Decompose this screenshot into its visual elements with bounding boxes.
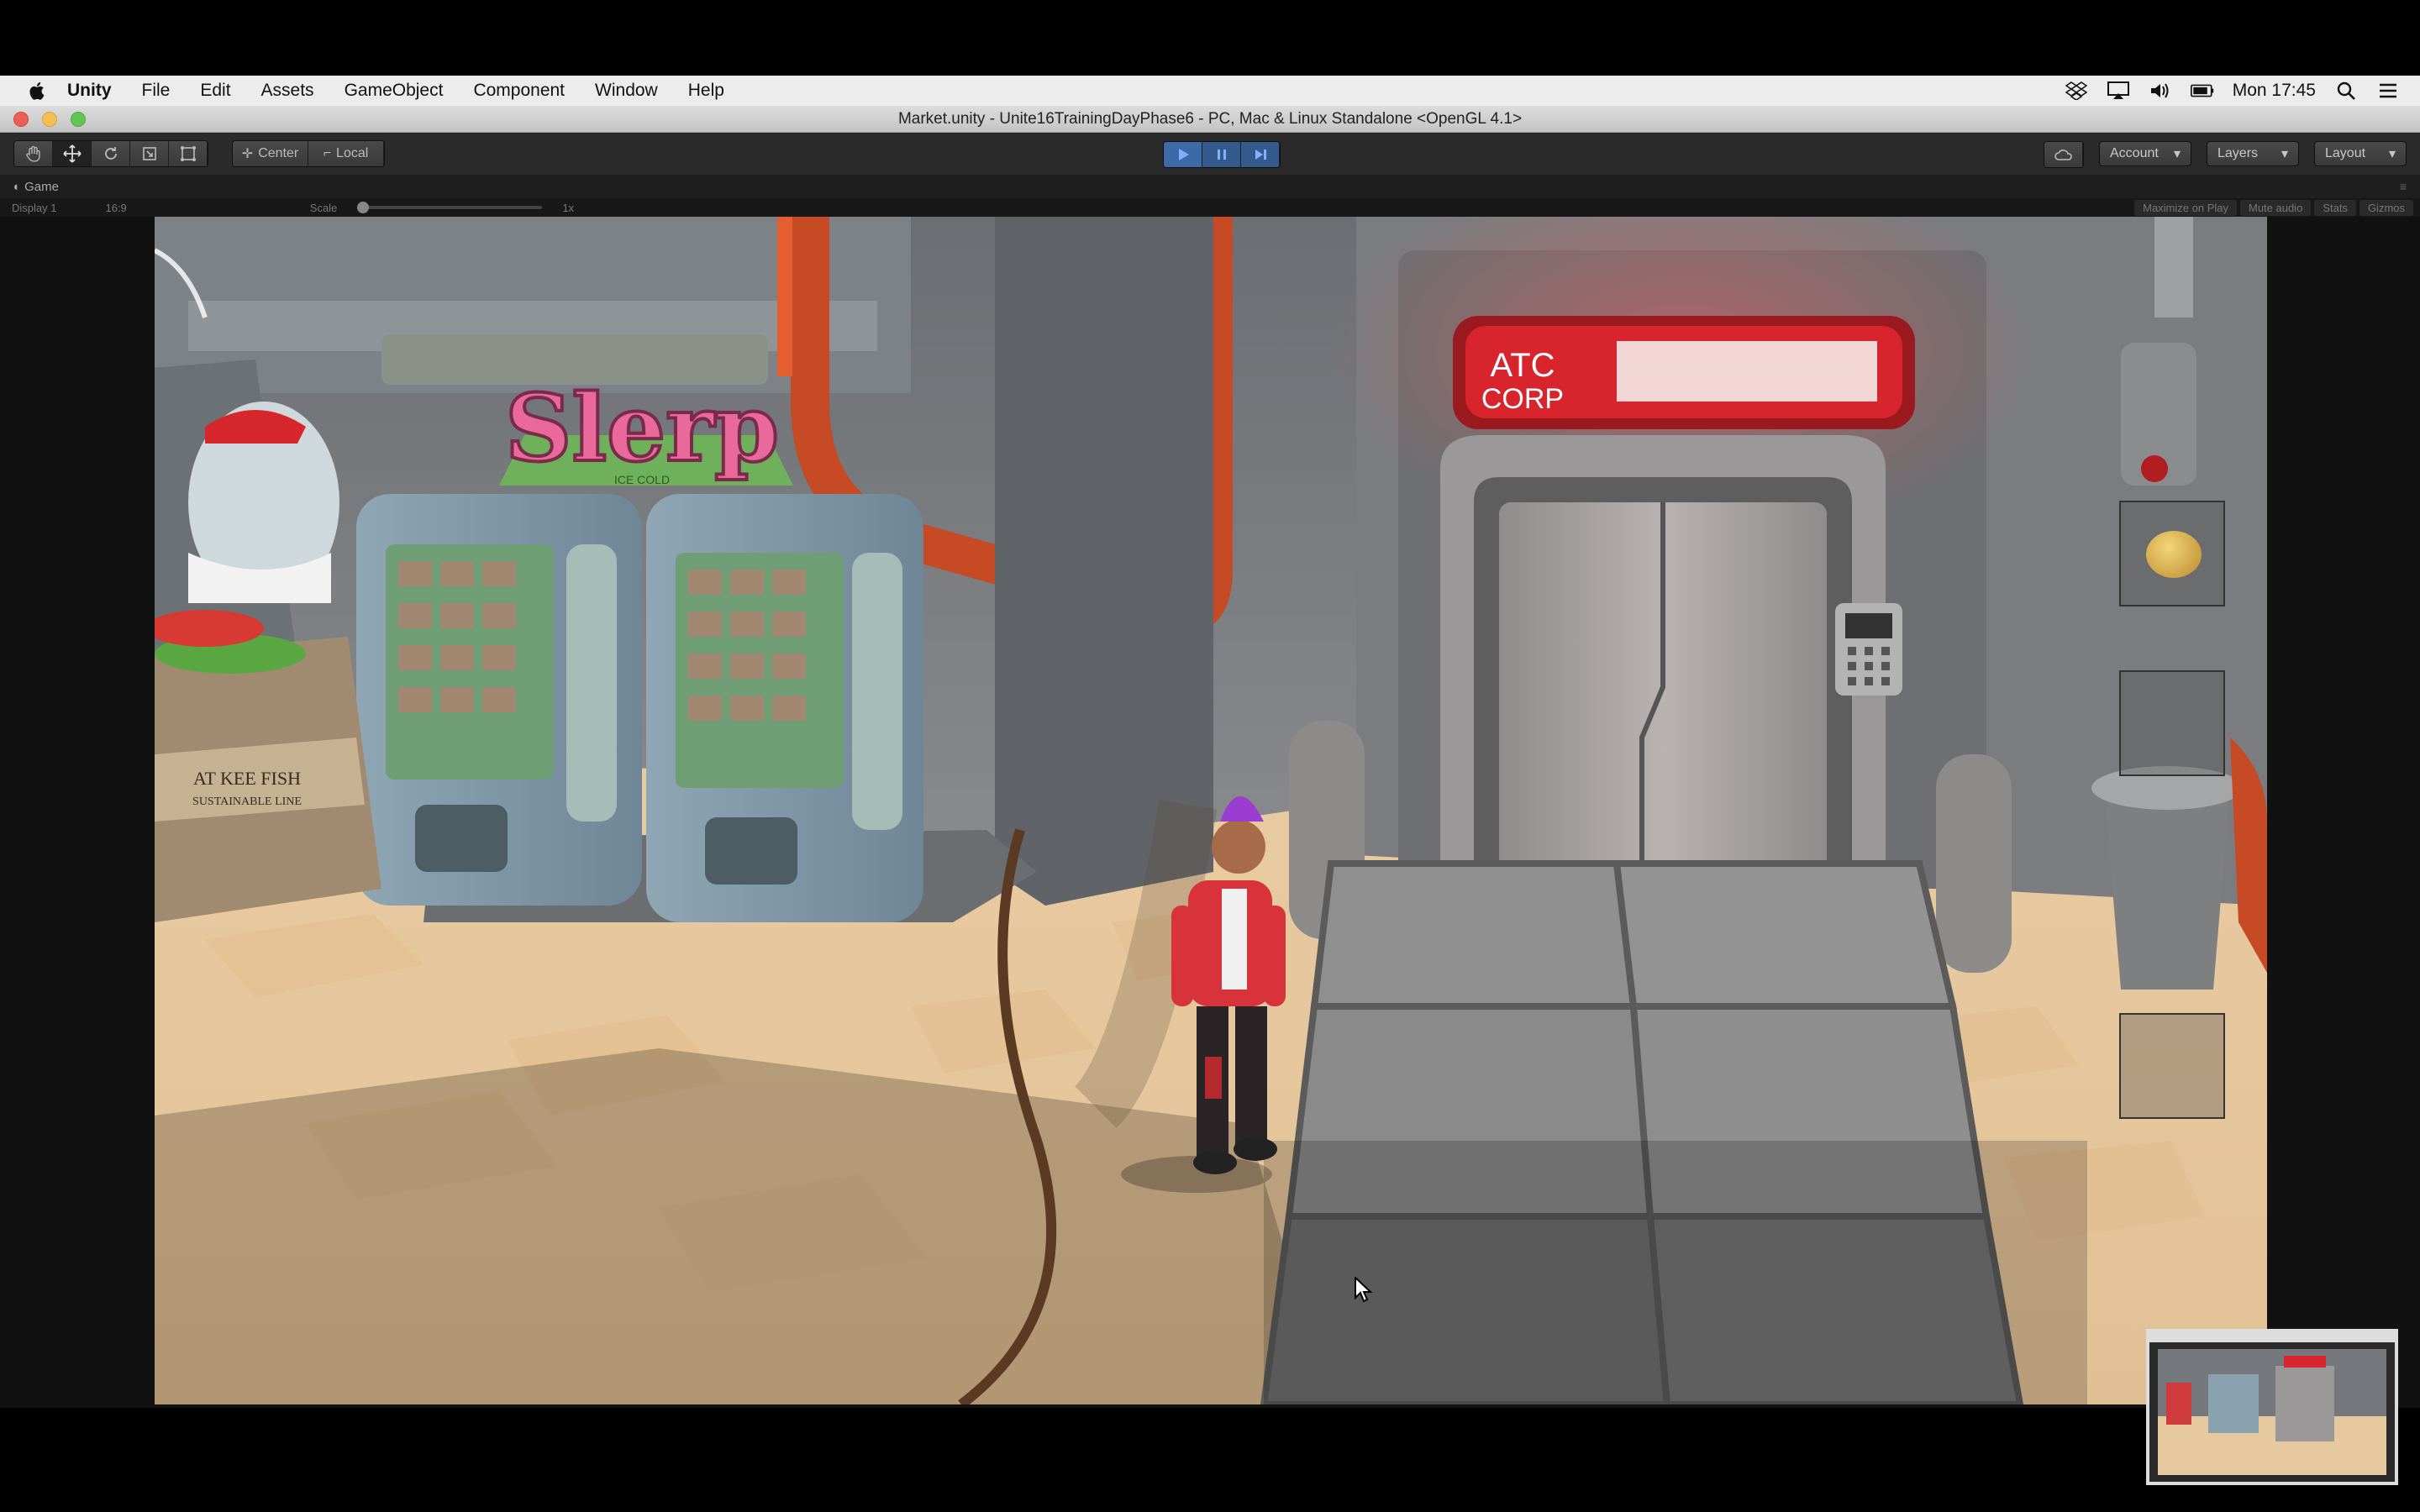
layout-label: Layout [2325, 146, 2366, 160]
video-thumbnail-preview[interactable] [2146, 1329, 2398, 1485]
thumbnail-image [2149, 1332, 2395, 1482]
tab-game[interactable]: ◖ Game [0, 175, 71, 198]
inventory-slot-2[interactable] [2119, 670, 2225, 776]
account-dropdown[interactable]: Account ▾ [2099, 141, 2191, 166]
cloud-button[interactable] [2044, 142, 2083, 167]
hand-tool-button[interactable] [14, 141, 53, 166]
game-controller-icon: ◖ [12, 179, 20, 194]
scale-slider[interactable] [357, 202, 543, 213]
spotlight-search-icon[interactable] [2334, 79, 2358, 102]
toolbar-right: Account ▾ Layers ▾ Layout ▾ [2044, 141, 2407, 168]
rotate-tool-button[interactable] [92, 141, 130, 166]
chevron-down-icon: ▾ [2388, 147, 2396, 161]
tab-menu-icon[interactable]: ≡ [2400, 180, 2420, 193]
slerp-sign-text: Slerp [505, 374, 779, 482]
rect-tool-button[interactable] [169, 141, 208, 166]
stats-toggle[interactable]: Stats [2314, 199, 2356, 216]
inventory-slot-1[interactable] [2119, 501, 2225, 606]
volume-icon[interactable] [2149, 79, 2172, 102]
transform-tools [13, 140, 208, 167]
game-scene-render: ATC CORP Slerp ICE COLD AT KEE FISH SUST… [155, 217, 2267, 1404]
macos-menu-bar: Unity File Edit Assets GameObject Compon… [0, 76, 2420, 106]
game-view-panel: ATC CORP Slerp ICE COLD AT KEE FISH SUST… [0, 217, 2420, 1408]
display-dropdown[interactable]: Display 1 [0, 202, 68, 214]
coin-icon [2146, 531, 2202, 578]
gizmos-dropdown[interactable]: Gizmos [2359, 199, 2413, 216]
scale-value: 1x [562, 201, 575, 214]
cloud-icon [2054, 150, 2072, 160]
pause-button[interactable] [1202, 142, 1241, 167]
inventory-slot-3[interactable] [2119, 1013, 2225, 1119]
layers-label: Layers [2217, 146, 2259, 160]
dropbox-icon[interactable] [2065, 79, 2088, 102]
game-viewport[interactable]: ATC CORP Slerp ICE COLD AT KEE FISH SUST… [155, 217, 2267, 1404]
zoom-window-button[interactable] [71, 112, 86, 127]
step-button[interactable] [1241, 142, 1280, 167]
account-label: Account [2110, 146, 2159, 160]
slerp-tagline-text: ICE COLD [614, 473, 670, 486]
menu-app-unity[interactable]: Unity [52, 76, 127, 106]
battery-icon[interactable] [2190, 79, 2214, 102]
atc-corp-sign: ATC CORP [1453, 316, 1915, 429]
scale-icon [142, 147, 156, 160]
play-controls [1163, 141, 1281, 168]
menu-edit[interactable]: Edit [185, 76, 245, 106]
minimize-window-button[interactable] [42, 112, 57, 127]
rect-transform-icon [180, 146, 196, 161]
window-title: Market.unity - Unite16TrainingDayPhase6 … [897, 109, 1523, 128]
move-tool-button[interactable] [53, 141, 92, 166]
bottom-black-bar [0, 1408, 2420, 1512]
scale-slider-knob[interactable] [357, 202, 370, 213]
collab-group [2044, 141, 2084, 168]
close-window-button[interactable] [13, 112, 29, 127]
pivot-toggles: ✛ Center ⌐ Local [232, 140, 385, 167]
layers-dropdown[interactable]: Layers ▾ [2207, 141, 2299, 166]
scale-label: Scale [309, 201, 338, 214]
corp-sign-top-text: ATC [1490, 347, 1555, 384]
pivot-center-label: Center [258, 146, 299, 160]
pivot-local-toggle[interactable]: ⌐ Local [308, 141, 384, 166]
notification-center-icon[interactable] [2376, 79, 2400, 102]
rotate-icon [104, 147, 117, 160]
window-title-bar: Market.unity - Unite16TrainingDayPhase6 … [0, 106, 2420, 133]
menu-window[interactable]: Window [580, 76, 673, 106]
door-keypad [1835, 603, 1902, 696]
scale-tool-button[interactable] [130, 141, 169, 166]
corp-sign-bottom-text: CORP [1481, 383, 1564, 415]
window-controls [13, 112, 86, 127]
chevron-down-icon: ▾ [2173, 147, 2181, 161]
menu-help[interactable]: Help [673, 76, 739, 106]
fish-stall-subsign-text: SUSTAINABLE LINE [192, 795, 302, 808]
menu-gameobject[interactable]: GameObject [329, 76, 459, 106]
play-button[interactable] [1164, 142, 1202, 167]
local-space-icon: ⌐ [323, 146, 332, 160]
menubar-clock[interactable]: Mon 17:45 [2233, 81, 2316, 101]
menu-file[interactable]: File [127, 76, 186, 106]
game-view-toolbar: Display 1 16:9 Scale 1x Maximize on Play… [0, 198, 2420, 217]
pivot-center-toggle[interactable]: ✛ Center [233, 141, 308, 166]
airplay-icon[interactable] [2107, 79, 2130, 102]
aspect-dropdown[interactable]: 16:9 [93, 202, 138, 214]
game-view-tab-bar: ◖ Game ≡ [0, 175, 2420, 198]
play-icon [1178, 149, 1189, 160]
security-door [1440, 435, 1886, 872]
hand-icon [25, 145, 40, 162]
menu-assets[interactable]: Assets [246, 76, 329, 106]
maximize-on-play-toggle[interactable]: Maximize on Play [2134, 199, 2237, 216]
pivot-icon: ✛ [241, 147, 254, 161]
apple-logo-icon[interactable] [22, 76, 52, 106]
tab-game-label: Game [24, 179, 59, 194]
menu-component[interactable]: Component [458, 76, 580, 106]
pivot-local-label: Local [336, 146, 369, 160]
mute-audio-toggle[interactable]: Mute audio [2239, 199, 2312, 216]
chevron-down-icon: ▾ [2281, 147, 2288, 161]
step-icon [1255, 150, 1266, 160]
move-arrows-icon [62, 144, 82, 163]
layout-dropdown[interactable]: Layout ▾ [2314, 141, 2407, 166]
pause-icon [1217, 150, 1226, 160]
unity-toolbar: ✛ Center ⌐ Local Account ▾ Layers ▾ Layo… [0, 133, 2420, 175]
fish-stall-sign-text: AT KEE FISH [193, 768, 301, 789]
mouse-cursor-icon [1355, 1275, 1373, 1308]
